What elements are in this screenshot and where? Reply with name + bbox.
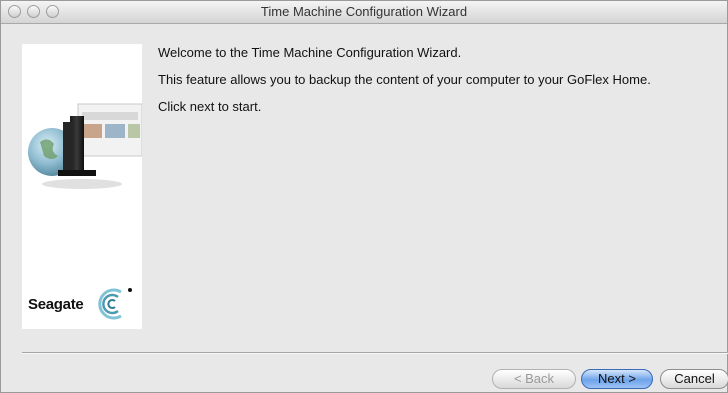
instruction-text: Click next to start. (158, 99, 262, 114)
wizard-window: Time Machine Configuration Wizard Seagat… (0, 0, 728, 393)
button-separator (22, 352, 728, 354)
window-title: Time Machine Configuration Wizard (260, 4, 468, 19)
welcome-text: Welcome to the Time Machine Configuratio… (158, 45, 462, 60)
wizard-sidebar: Seagate (22, 44, 142, 329)
back-button[interactable]: < Back (492, 369, 576, 389)
cancel-button[interactable]: Cancel (660, 369, 728, 389)
backup-drive-illustration (22, 84, 142, 214)
seagate-logo: Seagate (28, 286, 138, 322)
seagate-logo-icon (98, 288, 132, 320)
description-text: This feature allows you to backup the co… (158, 72, 651, 87)
brand-name: Seagate (28, 296, 84, 313)
next-button[interactable]: Next > (581, 369, 653, 389)
title-bar[interactable]: Time Machine Configuration Wizard (1, 1, 727, 24)
